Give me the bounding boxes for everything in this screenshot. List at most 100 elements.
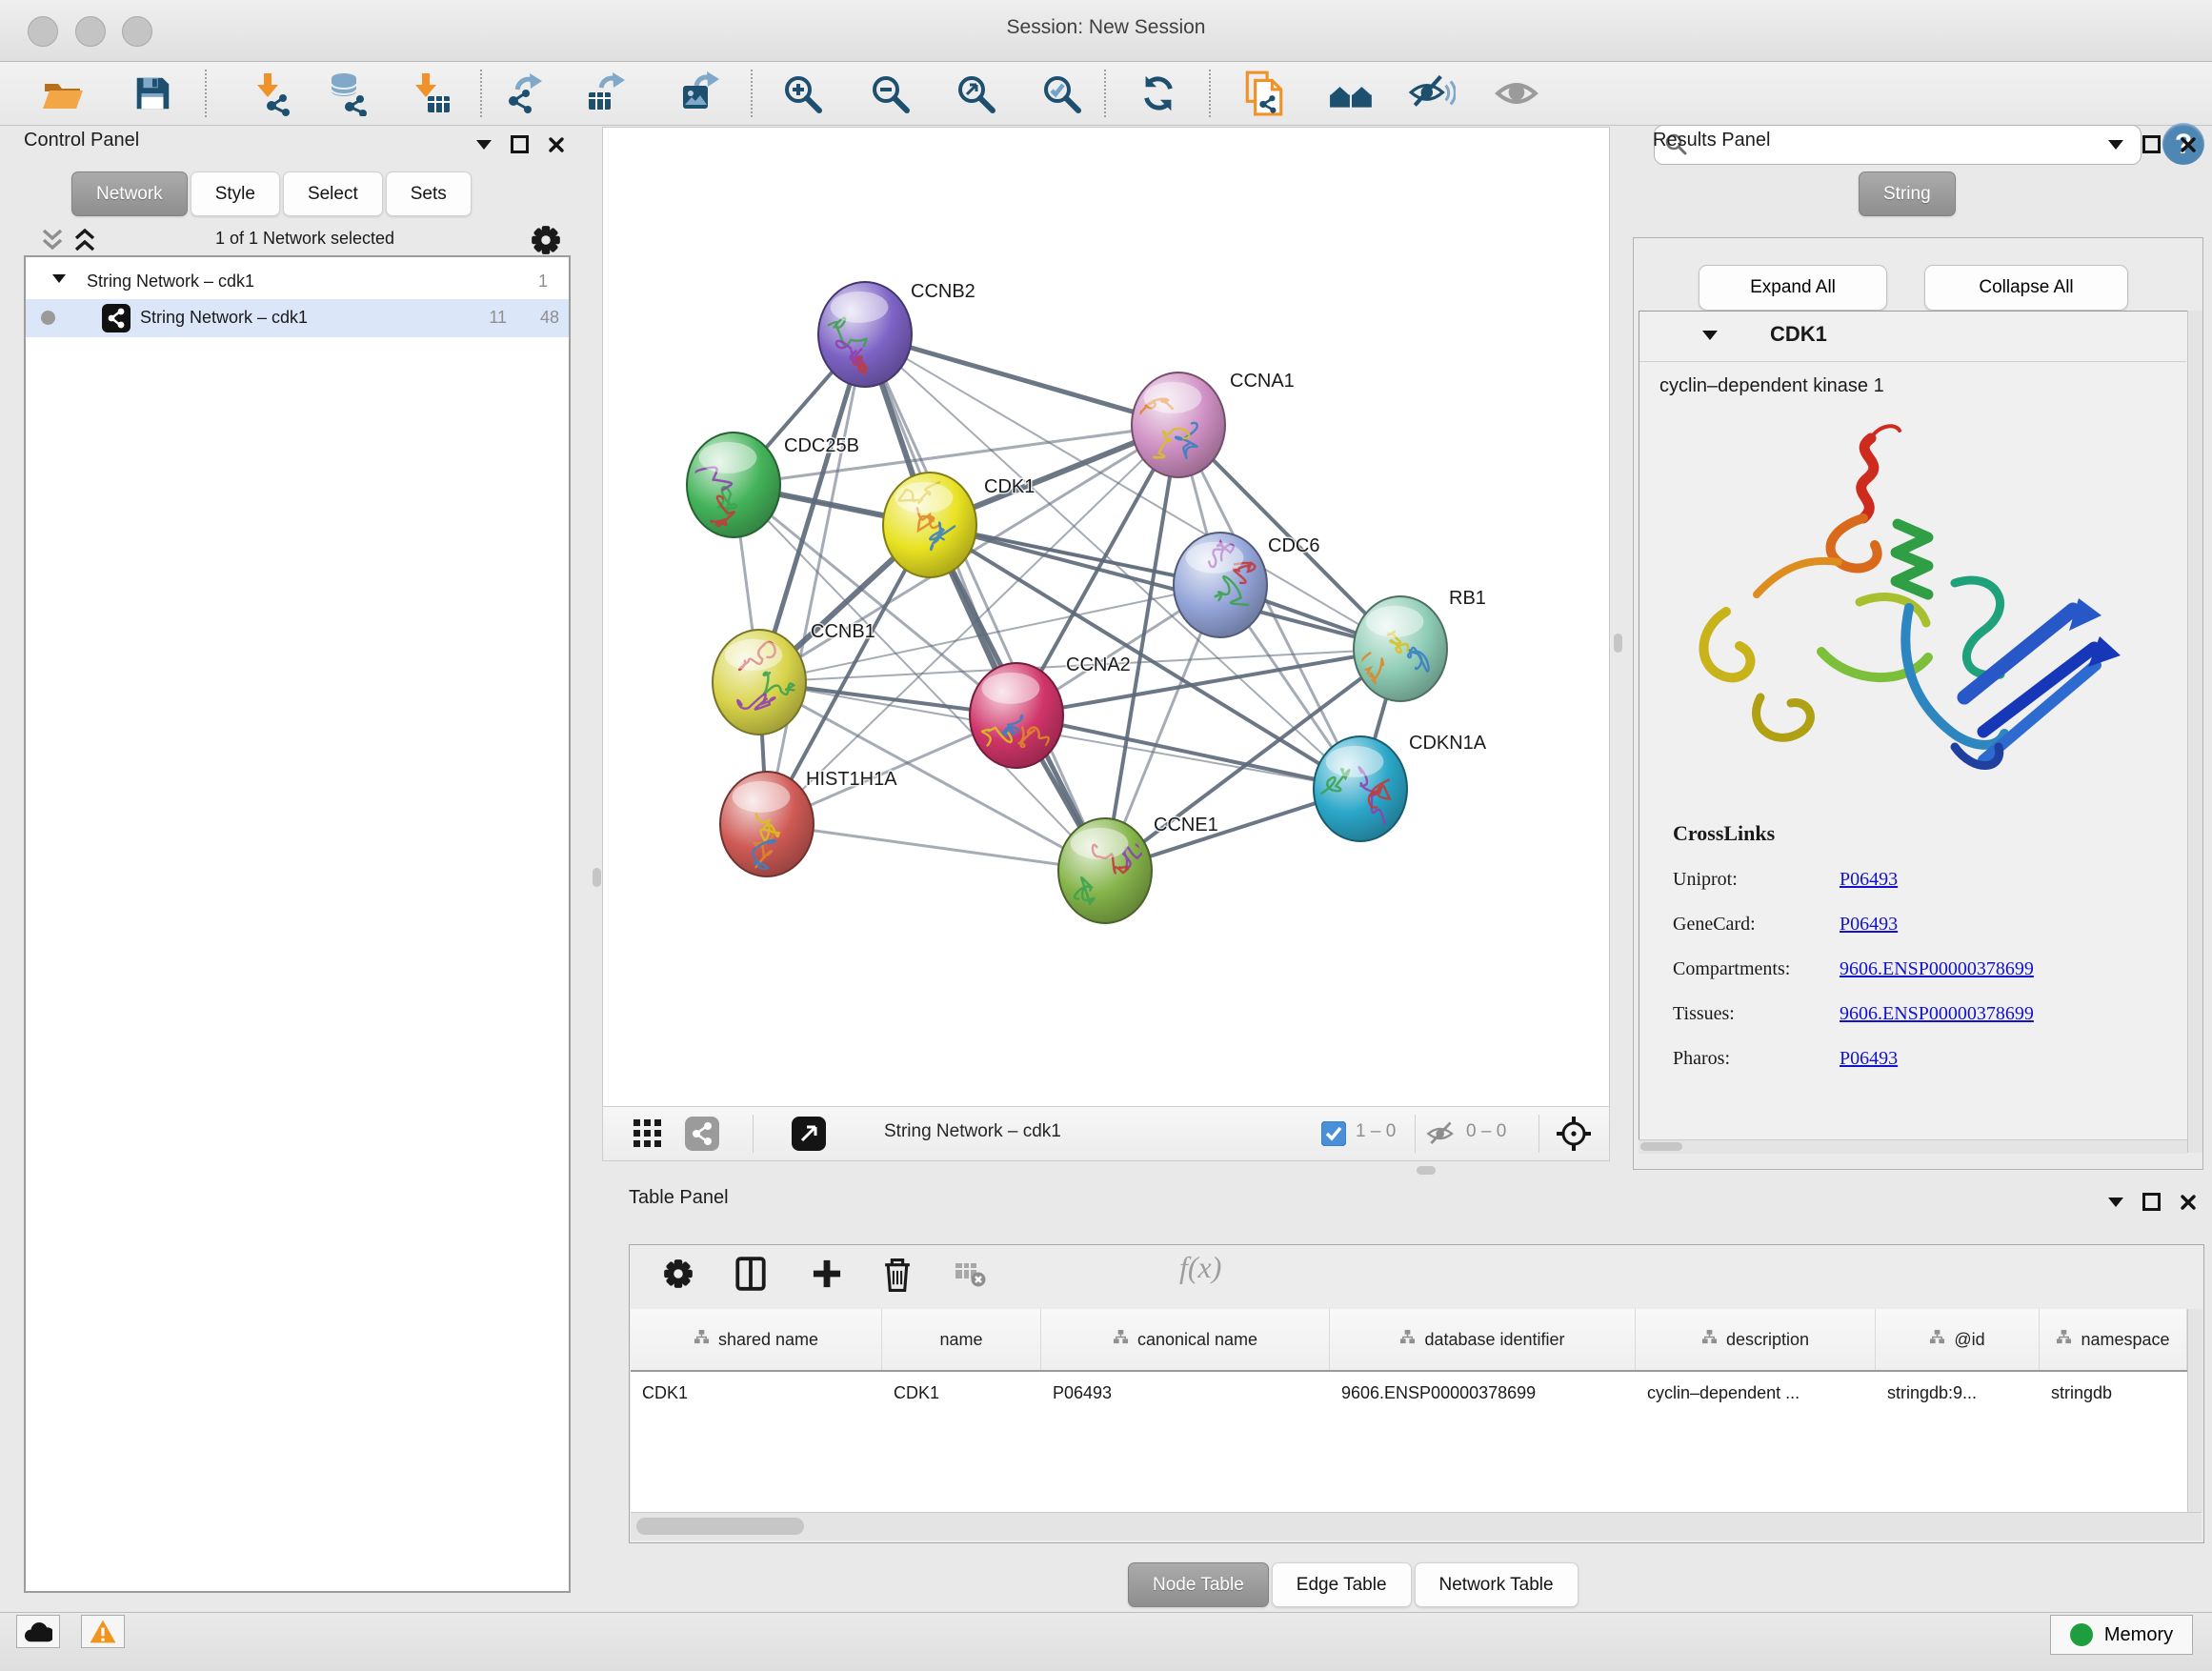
results-vertical-scrollbar[interactable] (2187, 311, 2202, 1153)
delete-columns-button[interactable] (876, 1256, 918, 1294)
fit-content-button[interactable] (1556, 1116, 1592, 1155)
selected-checkbox-icon[interactable] (1321, 1121, 1346, 1146)
column-header-namespace[interactable]: namespace (2040, 1309, 2187, 1370)
tab-network-table[interactable]: Network Table (1415, 1562, 1579, 1607)
tab-string[interactable]: String (1859, 171, 1956, 216)
collapse-panel-icon[interactable] (476, 140, 492, 150)
results-hscroll-thumb[interactable] (1640, 1142, 1682, 1151)
apply-layout-button[interactable] (1133, 67, 1184, 120)
node-CCNA2[interactable] (970, 663, 1063, 768)
create-column-button[interactable] (806, 1256, 848, 1294)
zoom-in-button[interactable] (776, 67, 828, 120)
protein-card-header[interactable]: CDK1 (1639, 312, 2186, 362)
float-panel-icon[interactable] (2142, 135, 2161, 153)
table-options-button[interactable] (657, 1256, 699, 1294)
node-CDKN1A[interactable] (1314, 736, 1407, 841)
edge-CCNB2-CCNE1[interactable] (865, 334, 1105, 871)
crosslink-link[interactable]: P06493 (1840, 1048, 1898, 1070)
expand-all-networks-icon[interactable] (69, 227, 101, 255)
edge-CCNB2-CCNA1[interactable] (865, 334, 1178, 425)
collapse-all-button[interactable]: Collapse All (1924, 265, 2128, 311)
export-image-button[interactable] (674, 67, 726, 120)
table-row[interactable]: CDK1CDK1P064939606.ENSP00000378699cyclin… (631, 1372, 2187, 1414)
network-collection-row[interactable]: String Network – cdk1 1 (26, 265, 569, 299)
zoom-selected-button[interactable] (1036, 67, 1087, 120)
warning-status-button[interactable] (81, 1615, 125, 1648)
table-horizontal-scrollbar[interactable] (631, 1512, 2202, 1540)
column-header-shared-name[interactable]: shared name (631, 1309, 882, 1370)
edge-CCNA2-CDKN1A[interactable] (1016, 715, 1360, 789)
node-CCNB1[interactable] (713, 630, 806, 735)
float-panel-icon[interactable] (2142, 1193, 2161, 1211)
function-builder-button[interactable]: f(x) (1179, 1250, 1221, 1285)
open-session-button[interactable] (37, 67, 89, 120)
show-all-button[interactable] (1492, 67, 1543, 120)
collapse-panel-icon[interactable] (2108, 140, 2123, 150)
tab-edge-table[interactable]: Edge Table (1272, 1562, 1412, 1607)
hide-selected-button[interactable] (1406, 67, 1458, 120)
column-header-name[interactable]: name (882, 1309, 1041, 1370)
expand-all-button[interactable]: Expand All (1699, 265, 1887, 311)
node-CCNB2[interactable] (818, 282, 912, 387)
collapse-panel-icon[interactable] (2108, 1198, 2123, 1207)
horizontal-splitter-handle[interactable] (1417, 1166, 1436, 1175)
protein-expand-icon[interactable] (1702, 331, 1718, 340)
hidden-eye-slash-icon[interactable] (1426, 1120, 1458, 1147)
grid-view-button[interactable] (633, 1119, 662, 1151)
node-RB1[interactable] (1354, 596, 1447, 701)
tab-style[interactable]: Style (191, 171, 280, 216)
collapse-all-networks-icon[interactable] (36, 227, 69, 255)
right-splitter-handle[interactable] (1614, 634, 1622, 653)
close-panel-icon[interactable] (2180, 1194, 2197, 1211)
edge-HIST1H1A-CCNE1[interactable] (767, 824, 1105, 871)
show-columns-button[interactable] (730, 1256, 772, 1294)
column-header-database-identifier[interactable]: database identifier (1330, 1309, 1636, 1370)
node-HIST1H1A[interactable] (720, 772, 814, 879)
network-overview-button[interactable] (685, 1117, 719, 1154)
table-cell[interactable]: P06493 (1041, 1372, 1330, 1414)
float-panel-icon[interactable] (511, 135, 529, 153)
results-horizontal-scrollbar[interactable] (1639, 1139, 2187, 1154)
network-graph[interactable]: CCNB2CCNA1CDC25BCDK1CDC6RB1CCNB1CCNA2CDK… (603, 128, 1609, 1106)
table-cell[interactable]: stringdb (2040, 1372, 2187, 1414)
network-canvas[interactable]: CCNB2CCNA1CDC25BCDK1CDC6RB1CCNB1CCNA2CDK… (602, 127, 1610, 1107)
zoom-out-button[interactable] (864, 67, 915, 120)
first-neighbors-button[interactable] (1326, 67, 1377, 120)
table-cell[interactable]: stringdb:9... (1876, 1372, 2040, 1414)
edge-CDK1-RB1[interactable] (930, 525, 1400, 649)
column-header-canonical-name[interactable]: canonical name (1041, 1309, 1330, 1370)
import-network-file-button[interactable] (248, 67, 299, 120)
memory-button[interactable]: Memory (2050, 1615, 2193, 1655)
clone-network-button[interactable] (1238, 67, 1290, 120)
network-options-gear-icon[interactable] (529, 223, 563, 257)
crosslink-link[interactable]: 9606.ENSP00000378699 (1840, 958, 2034, 980)
table-cell[interactable]: CDK1 (631, 1372, 882, 1414)
table-cell[interactable]: 9606.ENSP00000378699 (1330, 1372, 1636, 1414)
node-CDC6[interactable] (1174, 533, 1267, 637)
tab-network[interactable]: Network (71, 171, 188, 216)
crosslink-link[interactable]: 9606.ENSP00000378699 (1840, 1003, 2034, 1025)
node-CDC25B[interactable] (680, 433, 780, 537)
birds-eye-view-button[interactable] (792, 1117, 826, 1154)
table-hscroll-thumb[interactable] (636, 1518, 804, 1535)
node-CCNE1[interactable] (1058, 818, 1152, 923)
tab-node-table[interactable]: Node Table (1128, 1562, 1269, 1607)
column-header-description[interactable]: description (1636, 1309, 1876, 1370)
node-CCNA1[interactable] (1132, 372, 1225, 477)
table-vertical-scrollbar[interactable] (2187, 1309, 2202, 1512)
tab-sets[interactable]: Sets (386, 171, 472, 216)
delete-table-button-disabled[interactable] (949, 1256, 991, 1294)
export-network-button[interactable] (499, 67, 551, 120)
cloud-status-button[interactable] (16, 1615, 60, 1648)
zoom-fit-button[interactable] (950, 67, 1001, 120)
left-splitter-handle[interactable] (593, 868, 601, 887)
node-CDK1[interactable] (883, 473, 976, 577)
tab-select[interactable]: Select (283, 171, 383, 216)
save-session-button[interactable] (127, 67, 178, 120)
table-cell[interactable]: cyclin–dependent ... (1636, 1372, 1876, 1414)
export-table-button[interactable] (581, 67, 633, 120)
column-header-@id[interactable]: @id (1876, 1309, 2040, 1370)
table-cell[interactable]: CDK1 (882, 1372, 1041, 1414)
crosslink-link[interactable]: P06493 (1840, 869, 1898, 891)
import-table-button[interactable] (406, 67, 457, 120)
